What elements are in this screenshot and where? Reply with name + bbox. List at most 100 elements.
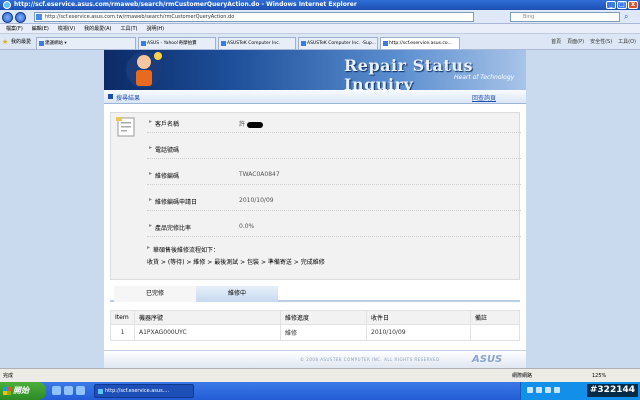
table-header-row: Item 機器序號 維修進度 收件日 備註 [110,310,520,325]
zoom-level[interactable]: 125% [592,369,606,383]
field-rma-number: 維修編碼 TWAC0A0847 [147,165,521,185]
status-bar: 完成 網際網路 125% [0,368,640,382]
repair-flow-steps: 收貨 > (等待) > 維修 > 最後測試 > 包裝 > 準備寄送 > 完成維修 [147,259,325,266]
back-button[interactable] [2,12,13,23]
home-button[interactable]: 首頁 [551,37,561,47]
page-menu[interactable]: 頁面(P) [567,37,584,47]
field-phone: 電話號碼 [147,139,521,159]
mascot-illustration [126,52,162,88]
security-zone: 網際網路 [512,373,533,379]
quick-launch [52,386,85,395]
cell-serial: A1PXAG000UYC [134,324,281,341]
tab-suggested[interactable]: 建議網站 ▾ [36,37,136,49]
repair-flow: 華碩售後維修流程如下： 收貨 > (等待) > 維修 > 最後測試 > 包裝 >… [147,244,521,266]
close-button[interactable]: x [628,1,638,9]
page-content: Repair Status Inquiry Heart of Technolog… [104,50,526,368]
menu-view[interactable]: 檢視(V) [58,24,75,33]
banner-title: Repair Status Inquiry [344,56,473,90]
address-bar-row: http://scf.eservice.asus.com.tw/rmaweb/s… [0,10,640,24]
tab-asustek-support[interactable]: ASUSTeK Computer Inc. -Sup... [298,37,378,49]
watermark: #322144 [586,384,638,397]
menu-file[interactable]: 檔案(F) [6,24,23,33]
command-bar: 首頁 頁面(P) 安全性(S) 工具(O) [551,37,636,47]
banner: Repair Status Inquiry Heart of Technolog… [104,50,526,90]
forward-button[interactable] [15,12,26,23]
banner-subtitle: Heart of Technology [454,74,515,81]
tray-icons [527,387,560,393]
tools-menu[interactable]: 工具(O) [618,37,636,47]
favorites-button[interactable]: 我的最愛 [2,37,31,47]
quick-launch-icon[interactable] [64,386,73,395]
tray-icon[interactable] [527,387,533,393]
field-label: 產品完修比率 [149,222,191,232]
field-value: 0.0% [239,223,255,230]
back-to-query-link[interactable]: 回查詢頁 [472,93,496,102]
menu-edit[interactable]: 編輯(E) [32,24,49,33]
window-title-bar: http://scf.eservice.asus.com/rmaweb/sear… [0,0,640,10]
sub-navigation: 搜尋結果 回查詢頁 [104,90,526,104]
cell-progress: 維修 [280,324,367,341]
document-icon [116,117,135,137]
field-rma-date: 維修編碼申請日 2010/10/09 [147,191,521,211]
cell-received: 2010/10/09 [366,324,471,341]
tab-icon [141,41,146,46]
table-row: 1 A1PXAG000UYC 維修 2010/10/09 [110,324,520,341]
col-item: Item [110,310,135,325]
window-title: http://scf.eservice.asus.com/rmaweb/sear… [14,1,357,8]
asus-logo: ASUS [472,354,503,365]
ie-icon [3,1,11,9]
tab-yahoo[interactable]: ASUS - Yahoo!奇摩拍賣 [138,37,216,49]
col-progress: 維修進度 [280,310,367,325]
field-label: 電話號碼 [149,144,179,154]
minimize-button[interactable]: _ [606,1,616,9]
menu-bar: 檔案(F) 編輯(E) 檢視(V) 我的最愛(A) 工具(T) 說明(H) [0,24,640,34]
col-note: 備註 [470,310,520,325]
menu-tools[interactable]: 工具(T) [121,24,138,33]
menu-help[interactable]: 說明(H) [146,24,164,33]
tab-icon [383,41,388,46]
start-button[interactable]: 開始 [0,382,46,400]
tab-current[interactable]: http://scf.eservice.asus.co... [380,37,460,49]
status-text: 完成 [3,373,14,379]
tab-icon [221,41,226,46]
field-value: TWAC0A0847 [239,171,280,178]
tab-asustek[interactable]: ASUSTeK Computer Inc. [218,37,296,49]
address-input[interactable]: http://scf.eservice.asus.com.tw/rmaweb/s… [34,12,474,22]
tab-in-repair[interactable]: 維修中 [196,286,278,302]
tray-icon[interactable] [545,387,551,393]
tab-completed[interactable]: 已完修 [114,286,196,302]
field-label: 客戶名稱 [149,118,179,128]
customer-info-panel: 客戶名稱 許 電話號碼 維修編碼 TWAC0A0847 維修編碼申請日 2010… [110,112,521,280]
taskbar: 開始 http://scf.eservice.asus.... 下午 09:02 [0,382,640,400]
safety-menu[interactable]: 安全性(S) [590,37,612,47]
search-results-link[interactable]: 搜尋結果 [108,93,140,102]
copyright-text: © 2008 ASUSTEK COMPUTER INC. ALL RIGHTS … [300,357,440,362]
window-controls: _ □ x [606,1,638,9]
page-icon [36,14,42,20]
status-tabs: 已完修 維修中 [110,286,520,302]
page-viewport: Repair Status Inquiry Heart of Technolog… [0,50,640,368]
repair-flow-title: 華碩售後維修流程如下： [147,244,521,254]
repair-table: Item 機器序號 維修進度 收件日 備註 1 A1PXAG000UYC 維修 … [110,310,520,341]
cell-item: 1 [110,324,135,341]
field-completion-rate: 產品完修比率 0.0% [147,217,521,237]
tray-icon[interactable] [536,387,542,393]
tab-icon [301,41,306,46]
field-value: 許 [239,119,264,128]
quick-launch-icon[interactable] [52,386,61,395]
taskbar-ie-window[interactable]: http://scf.eservice.asus.... [94,384,194,398]
field-label: 維修編碼 [149,170,179,180]
search-input[interactable]: Bing [510,12,620,22]
field-customer-name: 客戶名稱 許 [147,113,521,133]
redacted-text [247,121,264,128]
tabs-bar: 我的最愛 建議網站 ▾ ASUS - Yahoo!奇摩拍賣 ASUSTeK Co… [0,34,640,50]
search-icon[interactable]: ⌕ [624,12,636,22]
col-received: 收件日 [366,310,471,325]
maximize-button[interactable]: □ [617,1,627,9]
col-serial: 機器序號 [134,310,281,325]
menu-favorites[interactable]: 我的最愛(A) [84,24,111,33]
quick-launch-icon[interactable] [76,386,85,395]
tray-icon[interactable] [554,387,560,393]
tab-icon [39,41,44,46]
field-value: 2010/10/09 [239,197,274,204]
